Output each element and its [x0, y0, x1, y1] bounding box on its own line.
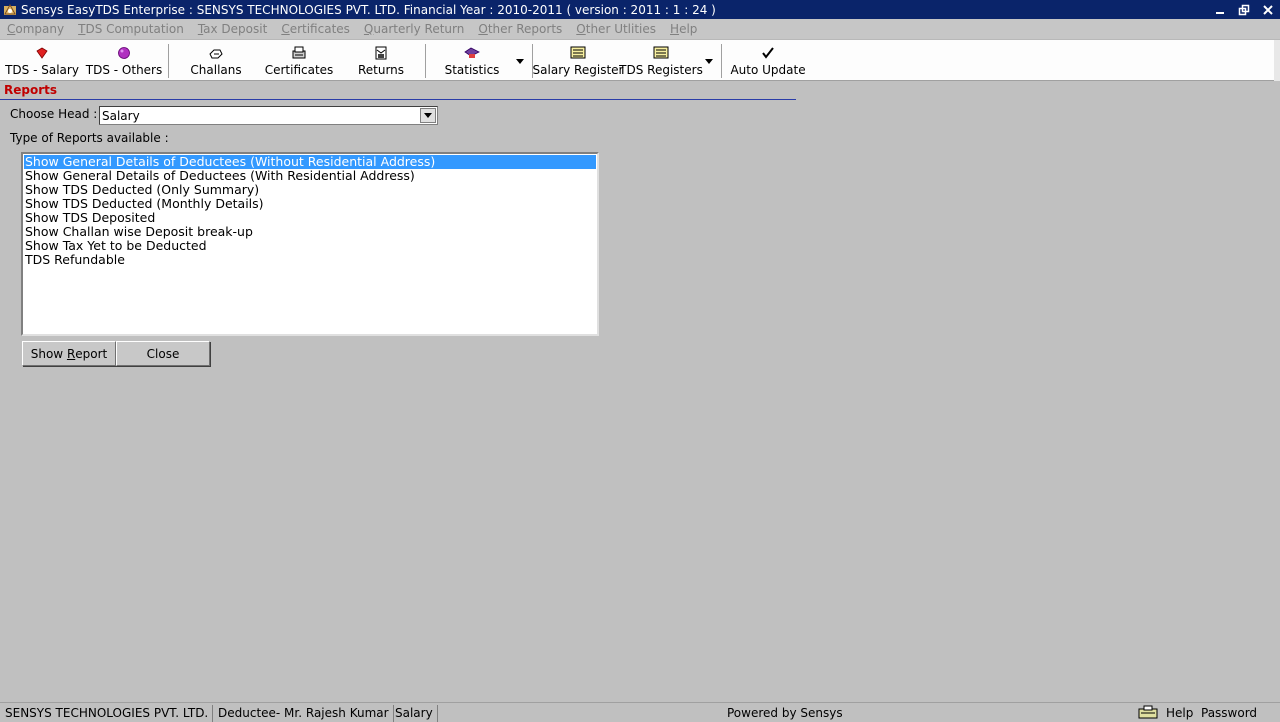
menu-item-3[interactable]: Certificates: [274, 22, 357, 36]
list-item[interactable]: Show TDS Deducted (Monthly Details): [24, 197, 596, 211]
title-bar: Sensys EasyTDS Enterprise : SENSYS TECHN…: [0, 0, 1280, 19]
choose-head-label: Choose Head :: [10, 107, 98, 121]
chevron-down-icon[interactable]: [420, 108, 436, 123]
menu-bar: Company TDS Computation Tax Deposit Certifi…: [0, 19, 1280, 40]
list-item[interactable]: Show TDS Deducted (Only Summary): [24, 183, 596, 197]
purple-gem-icon: [117, 40, 131, 62]
report-types-label: Type of Reports available :: [10, 131, 169, 145]
choose-head-value: Salary: [102, 108, 140, 123]
app-icon: [3, 3, 17, 17]
choose-head-select[interactable]: Salary: [99, 106, 438, 125]
toolbar: TDS - Salary TDS - Others Challans Certi…: [0, 40, 1280, 81]
list-item[interactable]: Show General Details of Deductees (With …: [24, 169, 596, 183]
statistics-icon: [463, 40, 481, 62]
close-report-button[interactable]: Close: [116, 341, 210, 366]
menu-item-2[interactable]: Tax Deposit: [191, 22, 275, 36]
keyboard-icon: [1134, 705, 1162, 722]
toolbar-end: [1274, 40, 1280, 81]
window-title: Sensys EasyTDS Enterprise : SENSYS TECHN…: [21, 2, 716, 17]
auto-update-button[interactable]: Auto Update: [730, 40, 806, 80]
menu-item-0[interactable]: Company: [0, 22, 71, 36]
register-icon: [653, 40, 669, 62]
hand-icon: [208, 40, 224, 62]
tds-salary-button[interactable]: TDS - Salary: [5, 40, 79, 80]
reports-title: Reports: [4, 83, 58, 97]
challans-button[interactable]: Challans: [186, 40, 246, 80]
returns-button[interactable]: Returns: [356, 40, 406, 80]
tds-registers-button[interactable]: TDS Registers: [619, 40, 703, 80]
reports-divider: [0, 99, 796, 100]
document-icon: [373, 40, 389, 62]
status-bar: SENSYS TECHNOLOGIES PVT. LTD. Deductee- …: [0, 702, 1280, 722]
register-icon: [570, 40, 586, 62]
status-powered: Powered by Sensys: [727, 706, 843, 720]
status-head: Salary: [391, 705, 438, 722]
show-report-button[interactable]: Show Report: [22, 341, 116, 366]
status-deductee: Deductee- Mr. Rajesh Kumar: [214, 705, 394, 722]
status-password[interactable]: Password: [1197, 705, 1261, 722]
status-help[interactable]: Help: [1162, 705, 1197, 722]
list-item[interactable]: Show TDS Deposited: [24, 211, 596, 225]
close-button[interactable]: [1256, 2, 1280, 18]
restore-button[interactable]: [1232, 2, 1256, 18]
list-item[interactable]: Show Tax Yet to be Deducted: [24, 239, 596, 253]
printer-icon: [291, 40, 307, 62]
red-gem-icon: [35, 40, 49, 62]
menu-item-5[interactable]: Other Reports: [471, 22, 569, 36]
checkmark-icon: [761, 40, 775, 62]
statistics-dropdown-icon[interactable]: [515, 56, 525, 66]
status-company: SENSYS TECHNOLOGIES PVT. LTD.: [1, 705, 214, 722]
list-item[interactable]: Show General Details of Deductees (Witho…: [24, 155, 596, 169]
menu-item-7[interactable]: Help: [663, 22, 704, 36]
tds-registers-dropdown-icon[interactable]: [704, 56, 714, 66]
statistics-button[interactable]: Statistics: [445, 40, 499, 80]
list-item[interactable]: TDS Refundable: [24, 253, 596, 267]
certificates-button[interactable]: Certificates: [265, 40, 333, 80]
list-item[interactable]: Show Challan wise Deposit break-up: [24, 225, 596, 239]
menu-item-1[interactable]: TDS Computation: [71, 22, 191, 36]
tds-others-button[interactable]: TDS - Others: [86, 40, 162, 80]
salary-register-button[interactable]: Salary Register: [533, 40, 623, 80]
report-types-list[interactable]: Show General Details of Deductees (Witho…: [21, 152, 599, 336]
menu-item-4[interactable]: Quarterly Return: [357, 22, 471, 36]
menu-item-6[interactable]: Other Utlities: [569, 22, 663, 36]
minimize-button[interactable]: [1208, 2, 1232, 18]
